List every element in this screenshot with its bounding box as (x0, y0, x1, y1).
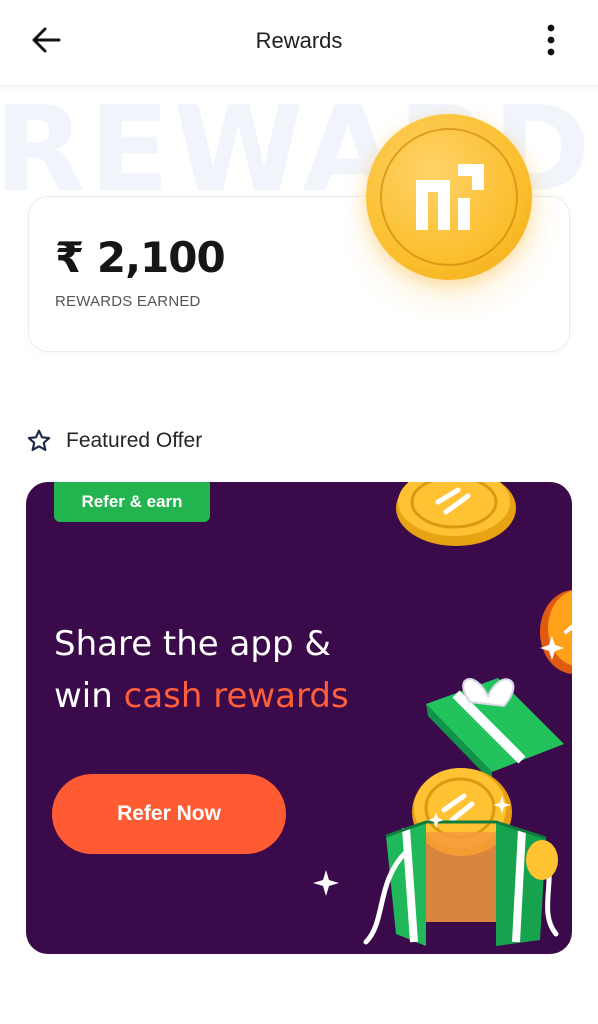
reward-coin-icon (366, 114, 532, 280)
more-options-button[interactable] (534, 20, 568, 60)
featured-offer-label: Featured Offer (66, 429, 203, 452)
headline-line-1: Share the app & (54, 624, 331, 664)
refer-earn-banner[interactable]: Refer & earn Share the app & win cash re… (26, 482, 572, 954)
coin-top-icon (396, 482, 516, 546)
sparkle-icon (313, 870, 339, 896)
page-title: Rewards (255, 28, 343, 53)
banner-headline: Share the app & win cash rewards (54, 618, 349, 722)
star-outline-icon (27, 429, 51, 452)
refer-now-button[interactable]: Refer Now (52, 774, 286, 854)
refer-earn-tag: Refer & earn (54, 482, 210, 522)
app-header: Rewards (0, 0, 598, 86)
headline-line-2: win cash rewards (54, 670, 349, 722)
featured-offer-heading: Featured Offer (26, 424, 202, 458)
gift-lid-icon (426, 678, 564, 782)
brand-logo-icon (416, 164, 484, 230)
coin-small-icon (526, 840, 558, 880)
headline-prefix: win (54, 676, 124, 716)
coin-right-icon (540, 590, 572, 674)
headline-accent: cash rewards (123, 676, 349, 716)
more-vertical-icon (547, 24, 555, 56)
rewards-amount: ₹ 2,100 (55, 233, 226, 282)
rewards-earned-label: REWARDS EARNED (55, 293, 201, 310)
